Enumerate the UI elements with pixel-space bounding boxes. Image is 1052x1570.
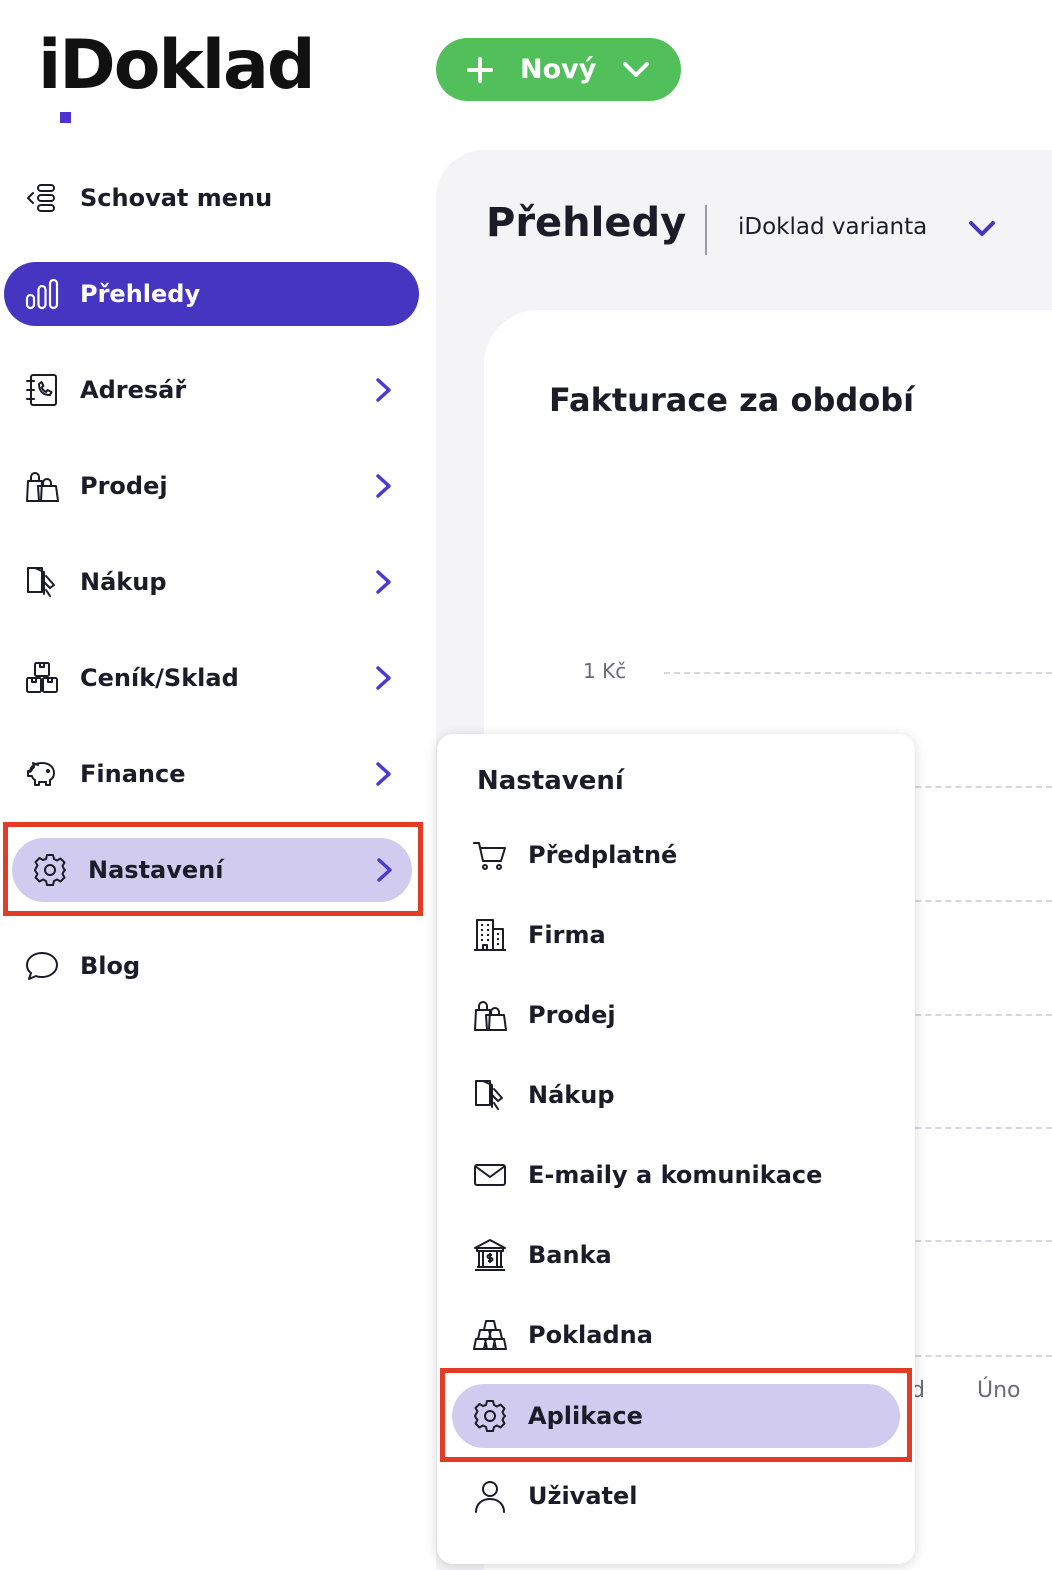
boxes-icon bbox=[26, 662, 58, 693]
menu-item-label: Prodej bbox=[528, 1001, 616, 1029]
sidebar-item-label: Ceník/Sklad bbox=[80, 664, 239, 692]
menu-item-label: Pokladna bbox=[528, 1321, 653, 1349]
chart-title: Fakturace za období bbox=[549, 381, 915, 419]
x-tick-label: Úno bbox=[977, 1378, 1021, 1403]
bar-chart-icon bbox=[25, 278, 59, 310]
y-tick-label: 1 Kč bbox=[583, 659, 627, 683]
menu-item-nakup[interactable]: Nákup bbox=[452, 1063, 900, 1127]
menu-item-emaily[interactable]: E-maily a komunikace bbox=[452, 1143, 900, 1207]
shopping-cart-icon bbox=[473, 842, 506, 870]
grid-line bbox=[664, 672, 1052, 674]
sidebar-item-blog[interactable]: Blog bbox=[4, 934, 419, 998]
menu-item-label: Předplatné bbox=[528, 841, 678, 869]
sidebar-item-cenik-sklad[interactable]: Ceník/Sklad bbox=[4, 646, 419, 710]
chevron-right-icon bbox=[376, 570, 391, 594]
shopping-bags-icon bbox=[26, 472, 59, 502]
highlight-box-nastaveni bbox=[3, 822, 423, 916]
menu-item-label: Banka bbox=[528, 1241, 612, 1269]
menu-item-uzivatel[interactable]: Uživatel bbox=[452, 1464, 900, 1528]
sidebar-item-label: Přehledy bbox=[80, 280, 201, 308]
sidebar-item-finance[interactable]: Finance bbox=[4, 742, 419, 806]
chevron-right-icon bbox=[376, 762, 391, 786]
menu-item-banka[interactable]: Banka bbox=[452, 1223, 900, 1287]
menu-item-label: Firma bbox=[528, 921, 606, 949]
sidebar-item-schovat-menu[interactable]: Schovat menu bbox=[4, 166, 419, 230]
dropdown-title: Nastavení bbox=[477, 766, 624, 796]
sidebar-item-prehledy[interactable]: Přehledy bbox=[4, 262, 419, 326]
plus-icon bbox=[467, 56, 493, 83]
logo-dot bbox=[60, 112, 71, 123]
chevron-down-icon[interactable] bbox=[967, 218, 997, 240]
title-divider bbox=[705, 205, 707, 255]
sidebar-item-prodej[interactable]: Prodej bbox=[4, 454, 419, 518]
menu-item-label: Nákup bbox=[528, 1081, 615, 1109]
chevron-right-icon bbox=[376, 378, 391, 402]
chevron-down-icon bbox=[623, 61, 650, 77]
chevron-right-icon bbox=[376, 666, 391, 690]
new-button-label: Nový bbox=[520, 54, 597, 85]
sidebar-item-label: Prodej bbox=[80, 472, 168, 500]
highlight-box-aplikace bbox=[440, 1368, 912, 1462]
page-title: Přehledy bbox=[486, 200, 687, 246]
chat-bubble-icon bbox=[26, 952, 58, 980]
sidebar-item-adresar[interactable]: Adresář bbox=[4, 358, 419, 422]
new-button[interactable]: Nový bbox=[436, 38, 681, 101]
sidebar-item-label: Adresář bbox=[80, 376, 187, 404]
logo-text: iDoklad bbox=[38, 26, 316, 105]
chevron-right-icon bbox=[376, 474, 391, 498]
menu-item-label: Uživatel bbox=[528, 1482, 638, 1510]
sidebar-item-nakup[interactable]: Nákup bbox=[4, 550, 419, 614]
menu-item-pokladna[interactable]: Pokladna bbox=[452, 1303, 900, 1367]
cash-stack-icon bbox=[473, 1320, 507, 1350]
sidebar-item-label: Blog bbox=[80, 952, 141, 980]
collapse-menu-icon bbox=[27, 184, 55, 212]
sidebar-item-label: Finance bbox=[80, 760, 186, 788]
bank-icon bbox=[474, 1239, 506, 1271]
building-icon bbox=[474, 919, 506, 951]
envelope-icon bbox=[474, 1164, 506, 1186]
sidebar-item-label: Nákup bbox=[80, 568, 167, 596]
menu-item-predplatne[interactable]: Předplatné bbox=[452, 823, 900, 887]
purchase-icon bbox=[475, 1080, 503, 1110]
address-book-icon bbox=[26, 374, 57, 406]
menu-item-prodej[interactable]: Prodej bbox=[452, 983, 900, 1047]
variant-selector[interactable]: iDoklad varianta bbox=[738, 214, 927, 240]
idoklad-logo[interactable]: iDoklad bbox=[38, 26, 328, 123]
shopping-bags-icon bbox=[474, 1001, 507, 1031]
menu-item-firma[interactable]: Firma bbox=[452, 903, 900, 967]
user-icon bbox=[475, 1481, 505, 1513]
purchase-icon bbox=[27, 567, 55, 597]
menu-item-label: E-maily a komunikace bbox=[528, 1161, 823, 1189]
sidebar-item-label: Schovat menu bbox=[80, 184, 273, 212]
piggy-bank-icon bbox=[27, 762, 55, 786]
